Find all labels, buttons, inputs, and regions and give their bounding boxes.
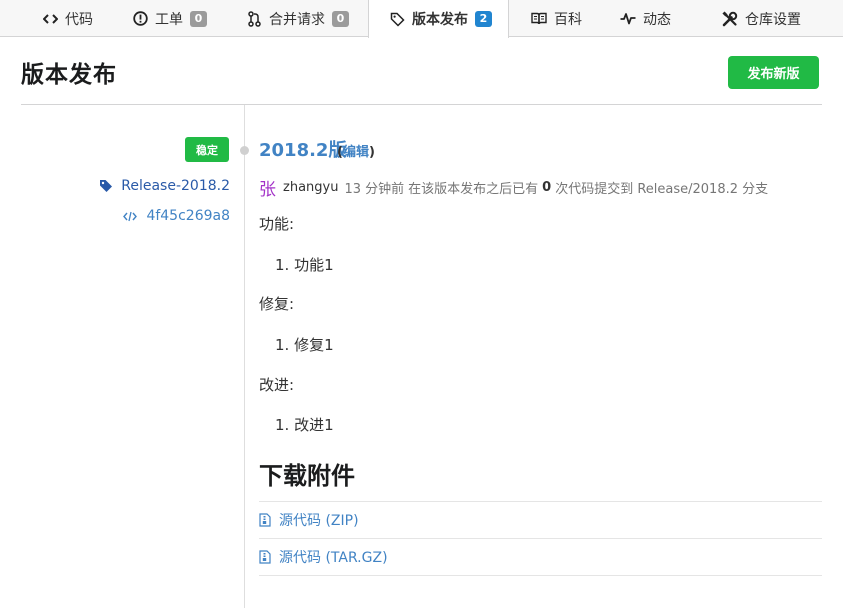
file-zip-icon <box>259 550 271 564</box>
tag-icon <box>389 11 405 27</box>
timeline-line <box>244 105 245 608</box>
tag-icon <box>99 179 113 193</box>
tab-code-label: 代码 <box>65 11 93 28</box>
tab-pull-requests-label: 合并请求 <box>269 11 325 28</box>
download-zip-label: 源代码 (ZIP) <box>279 513 359 529</box>
pull-request-icon <box>246 10 262 27</box>
new-release-button[interactable]: 发布新版 <box>728 56 819 89</box>
edit-paren-close: ) <box>368 145 375 160</box>
tab-settings-label: 仓库设置 <box>745 11 801 28</box>
tab-activity[interactable]: 动态 <box>620 0 671 37</box>
tab-code[interactable]: 代码 <box>42 0 93 37</box>
download-zip-link[interactable]: 源代码 (ZIP) <box>259 501 822 538</box>
release-edit: (编辑) <box>337 141 375 160</box>
release-tag-label: Release-2018.2 <box>121 178 230 194</box>
page-title: 版本发布 <box>21 62 117 88</box>
commits-since-text: 次代码提交到 Release/2018.2 分支 <box>555 182 769 197</box>
since-text: 在该版本发布之后已有 <box>408 182 539 197</box>
tab-pull-requests[interactable]: 合并请求 0 <box>246 0 349 37</box>
download-targz-label: 源代码 (TAR.GZ) <box>279 550 388 566</box>
downloads-title: 下载附件 <box>259 462 355 490</box>
notes-improve-item: 1. 改进1 <box>275 416 334 434</box>
release-meta: 张 zhangyu 13 分钟前 在该版本发布之后已有 0 次代码提交到 Rel… <box>259 175 768 200</box>
code-icon <box>42 11 58 27</box>
edit-release-link[interactable]: 编辑 <box>343 145 369 160</box>
release-time: 13 分钟前 <box>344 182 405 197</box>
tab-issues-label: 工单 <box>155 11 183 28</box>
issues-count-badge: 0 <box>190 10 207 27</box>
notes-fix-heading: 修复: <box>259 295 295 313</box>
commits-since-count: 0 <box>542 180 552 195</box>
header-divider <box>21 104 822 105</box>
releases-count-badge: 2 <box>475 11 492 27</box>
notes-feature-heading: 功能: <box>259 215 295 233</box>
repo-tab-bar: 代码 工单 0 合并请求 0 版本发布 2 百科 动态 仓库设置 <box>0 0 843 38</box>
avatar[interactable]: 张 <box>259 175 276 200</box>
download-targz-link[interactable]: 源代码 (TAR.GZ) <box>259 538 822 575</box>
tab-releases[interactable]: 版本发布 2 <box>368 0 509 38</box>
file-zip-icon <box>259 513 271 527</box>
author-name[interactable]: zhangyu <box>283 180 338 195</box>
tools-icon <box>722 10 738 27</box>
release-commit-sha: 4f45c269a8 <box>146 208 230 224</box>
release-commit-link[interactable]: 4f45c269a8 <box>123 208 230 224</box>
pulls-count-badge: 0 <box>332 10 349 27</box>
release-tag-link[interactable]: Release-2018.2 <box>99 178 230 194</box>
timeline-dot <box>240 146 249 155</box>
tab-settings[interactable]: 仓库设置 <box>722 0 801 37</box>
tab-releases-label: 版本发布 <box>412 12 468 28</box>
tab-wiki-label: 百科 <box>554 11 582 28</box>
notes-improve-heading: 改进: <box>259 376 295 394</box>
issue-icon <box>132 11 148 27</box>
notes-fix-item: 1. 修复1 <box>275 336 334 354</box>
tab-issues[interactable]: 工单 0 <box>132 0 207 37</box>
stable-badge: 稳定 <box>185 137 229 162</box>
tab-wiki[interactable]: 百科 <box>531 0 582 37</box>
tab-activity-label: 动态 <box>643 11 671 28</box>
release-title-link[interactable]: 2018.2版 <box>259 136 346 162</box>
book-icon <box>531 11 547 27</box>
pulse-icon <box>620 11 636 27</box>
notes-feature-item: 1. 功能1 <box>275 256 334 274</box>
downloads-bottom-divider <box>259 575 822 576</box>
code-icon <box>123 211 138 222</box>
